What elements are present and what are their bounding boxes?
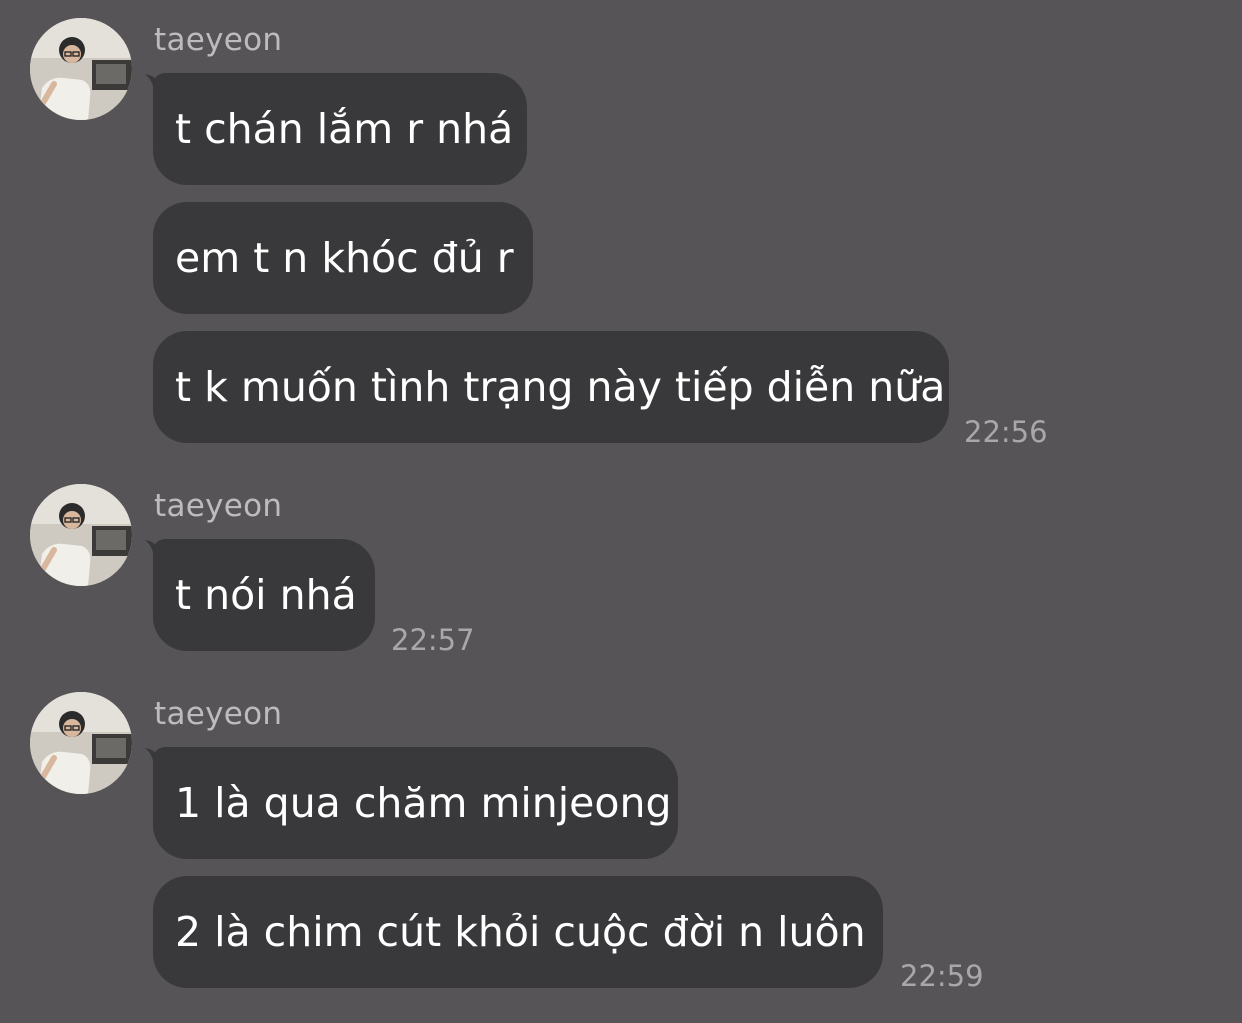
message-bubble[interactable]: t chán lắm r nhá [153,73,527,185]
sender-name: taeyeon [154,488,283,524]
message-bubble[interactable]: t nói nhá [153,539,375,651]
message-bubble[interactable]: t k muốn tình trạng này tiếp diễn nữa [153,331,949,443]
message-bubble[interactable]: 2 là chim cút khỏi cuộc đời n luôn [153,876,883,988]
message-text: 2 là chim cút khỏi cuộc đời n luôn [175,908,866,956]
message-bubble[interactable]: em t n khóc đủ r [153,202,533,314]
message-text: t k muốn tình trạng này tiếp diễn nữa [175,363,946,411]
message-text: t nói nhá [175,571,357,619]
avatar[interactable] [30,18,132,120]
message-text: 1 là qua chăm minjeong [175,779,672,827]
avatar[interactable] [30,692,132,794]
message-text: em t n khóc đủ r [175,234,514,282]
message-text: t chán lắm r nhá [175,105,514,153]
message-group: taeyeon t chán lắm r nhá em t n khóc đủ … [0,18,1242,449]
message-timestamp: 22:56 [964,415,1048,449]
message-timestamp: 22:59 [900,959,984,993]
sender-name: taeyeon [154,22,283,58]
message-group: taeyeon 1 là qua chăm minjeong 2 là chim… [0,692,1242,1002]
message-timestamp: 22:57 [391,623,475,657]
profile-photo-icon [30,18,132,120]
message-group: taeyeon t nói nhá 22:57 [0,484,1242,664]
sender-name: taeyeon [154,696,283,732]
chat-thread: taeyeon t chán lắm r nhá em t n khóc đủ … [0,0,1242,1023]
message-bubble[interactable]: 1 là qua chăm minjeong [153,747,678,859]
profile-photo-icon [30,692,132,794]
profile-photo-icon [30,484,132,586]
avatar[interactable] [30,484,132,586]
